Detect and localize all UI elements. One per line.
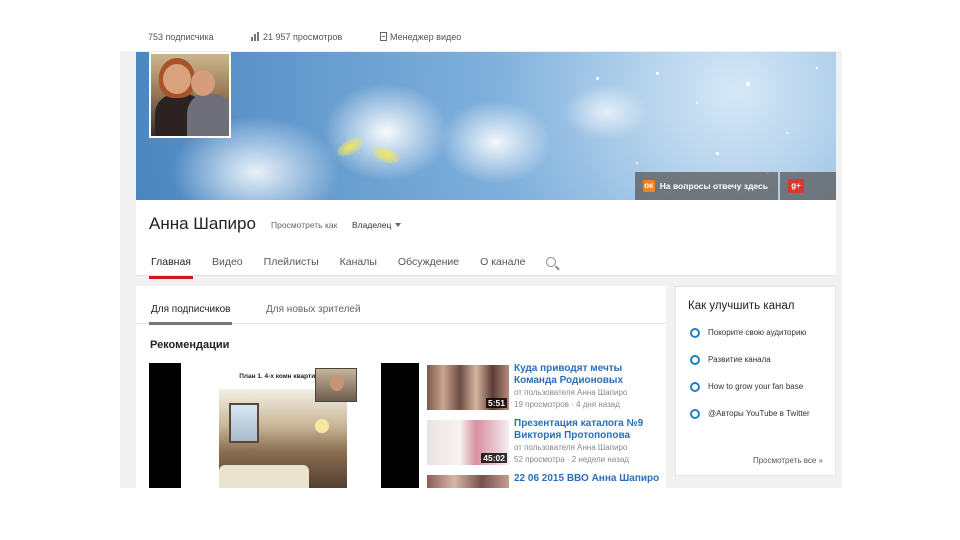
recommendations-heading: Рекомендации bbox=[150, 339, 230, 351]
improve-channel-panel: Как улучшить канал Покорите свою аудитор… bbox=[675, 286, 836, 476]
featured-video-player[interactable]: План 1. 4-х комн квартира bbox=[149, 363, 419, 488]
tip-grow-audience[interactable]: Покорите свою аудиторию bbox=[690, 327, 830, 338]
view-all-link[interactable]: Просмотреть все » bbox=[753, 456, 823, 465]
main-content: Для подписчиков Для новых зрителей Реком… bbox=[136, 286, 666, 488]
tab-for-new-viewers[interactable]: Для новых зрителей bbox=[266, 304, 361, 323]
tab-home[interactable]: Главная bbox=[149, 256, 193, 279]
channel-stats-bar: 753 подписчика 21 957 просмотров Менедже… bbox=[120, 25, 842, 51]
tip-label: @Авторы YouTube в Twitter bbox=[708, 409, 810, 418]
tab-discussion[interactable]: Обсуждение bbox=[398, 256, 459, 275]
banner-links: ок На вопросы отвечу здесь g+ bbox=[634, 172, 836, 200]
webcam-overlay bbox=[315, 368, 357, 402]
video-duration: 5:51 bbox=[485, 398, 507, 408]
tip-label: Развитие канала bbox=[708, 355, 771, 364]
video-manager-icon bbox=[380, 32, 387, 41]
odnoklassniki-icon: ок bbox=[642, 180, 655, 192]
channel-name: Анна Шапиро bbox=[149, 214, 256, 233]
caret-down-icon bbox=[395, 223, 402, 227]
circle-icon bbox=[690, 382, 700, 392]
view-as-value: Владелец bbox=[352, 220, 392, 230]
list-item[interactable]: 45:02 Презентация каталога №9 Виктория П… bbox=[427, 418, 662, 473]
video-thumbnail[interactable]: 5:51 bbox=[427, 365, 509, 410]
channel-page: 753 подписчика 21 957 просмотров Менедже… bbox=[120, 25, 842, 488]
video-meta: 19 просмотров · 4 дня назад bbox=[514, 399, 620, 409]
video-thumbnail[interactable] bbox=[427, 475, 509, 488]
channel-nav-tabs: Главная Видео Плейлисты Каналы Обсуждени… bbox=[149, 256, 557, 279]
google-plus-link[interactable]: g+ bbox=[780, 172, 836, 200]
interior-image bbox=[219, 389, 347, 488]
google-plus-icon: g+ bbox=[788, 179, 804, 193]
view-count-label: 21 957 просмотров bbox=[263, 32, 343, 42]
video-list: 5:51 Куда приводят мечты Команда Родионо… bbox=[427, 363, 662, 488]
tab-videos[interactable]: Видео bbox=[212, 256, 243, 275]
video-thumbnail[interactable]: 45:02 bbox=[427, 420, 509, 465]
tip-label: Покорите свою аудиторию bbox=[708, 328, 807, 337]
bar-chart-icon bbox=[251, 32, 260, 41]
tab-for-subscribers[interactable]: Для подписчиков bbox=[148, 304, 233, 325]
video-manager-link[interactable]: Менеджер видео bbox=[380, 32, 461, 42]
tab-playlists[interactable]: Плейлисты bbox=[264, 256, 319, 275]
list-item[interactable]: 5:51 Куда приводят мечты Команда Родионо… bbox=[427, 363, 662, 418]
video-duration: 45:02 bbox=[481, 453, 507, 463]
view-count[interactable]: 21 957 просмотров bbox=[251, 32, 342, 42]
channel-header: Анна Шапиро Просмотреть как Владелец Гла… bbox=[136, 200, 836, 279]
video-title[interactable]: Куда приводят мечты Команда Родионовых bbox=[514, 363, 664, 387]
circle-icon bbox=[690, 328, 700, 338]
tab-channels[interactable]: Каналы bbox=[340, 256, 377, 275]
video-manager-label: Менеджер видео bbox=[390, 32, 462, 42]
view-as-label: Просмотреть как bbox=[271, 220, 338, 230]
channel-banner: ок На вопросы отвечу здесь g+ bbox=[136, 52, 836, 200]
video-author: от пользователя Анна Шапиро bbox=[514, 388, 628, 397]
tab-about[interactable]: О канале bbox=[480, 256, 525, 275]
view-as-dropdown[interactable]: Владелец bbox=[352, 220, 402, 230]
channel-avatar[interactable] bbox=[149, 52, 231, 138]
odnoklassniki-link[interactable]: ок На вопросы отвечу здесь bbox=[634, 172, 778, 200]
circle-icon bbox=[690, 409, 700, 419]
improve-channel-title: Как улучшить канал bbox=[688, 300, 795, 312]
tip-channel-development[interactable]: Развитие канала bbox=[690, 354, 830, 365]
circle-icon bbox=[690, 355, 700, 365]
video-meta: 52 просмотра · 2 недели назад bbox=[514, 454, 629, 464]
video-author: от пользователя Анна Шапиро bbox=[514, 443, 628, 452]
subscriber-count[interactable]: 753 подписчика bbox=[148, 32, 214, 42]
video-frame: План 1. 4-х комн квартира bbox=[181, 363, 381, 488]
list-item[interactable]: 22 06 2015 ВВО Анна Шапиро bbox=[427, 473, 662, 488]
tip-label: How to grow your fan base bbox=[708, 382, 804, 391]
odnoklassniki-link-label: На вопросы отвечу здесь bbox=[659, 181, 768, 191]
search-icon[interactable] bbox=[546, 257, 557, 267]
audience-tabs: Для подписчиков Для новых зрителей bbox=[136, 286, 666, 325]
tip-fan-base[interactable]: How to grow your fan base bbox=[690, 381, 830, 392]
video-title[interactable]: 22 06 2015 ВВО Анна Шапиро bbox=[514, 473, 664, 485]
tip-youtube-creators-twitter[interactable]: @Авторы YouTube в Twitter bbox=[690, 408, 830, 419]
video-title[interactable]: Презентация каталога №9 Виктория Протопо… bbox=[514, 418, 664, 442]
